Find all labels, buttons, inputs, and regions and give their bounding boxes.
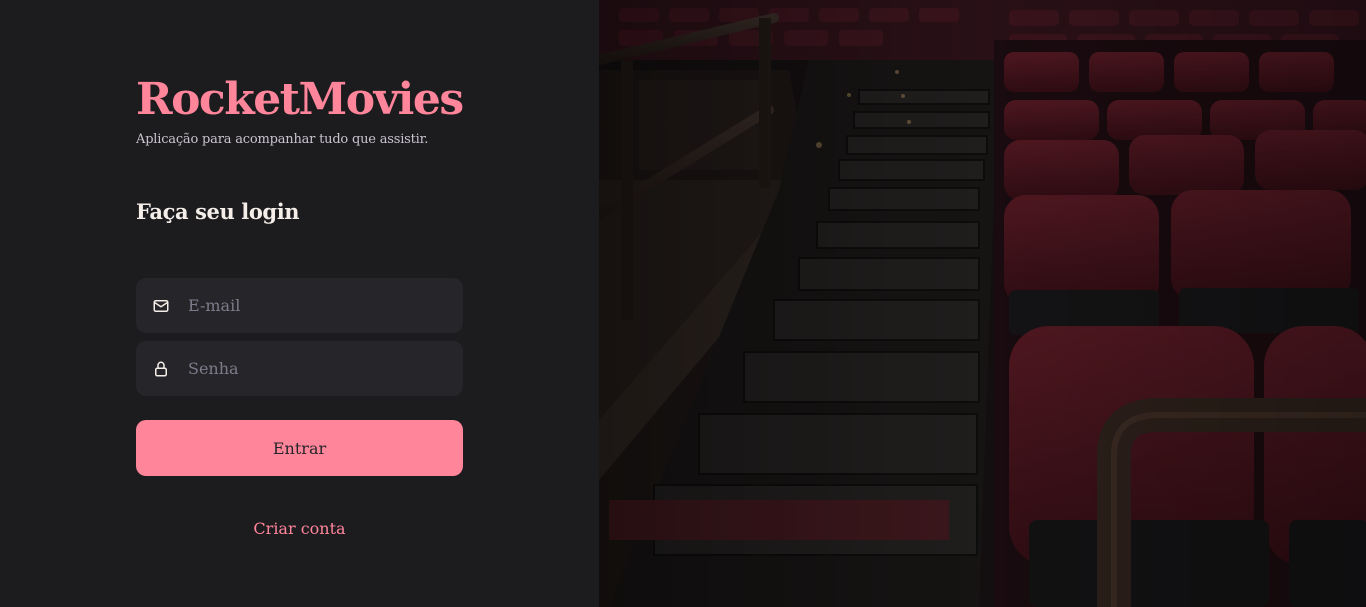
password-input[interactable] [188, 341, 463, 396]
mail-icon [152, 297, 170, 315]
email-field[interactable] [136, 278, 463, 333]
submit-button[interactable]: Entrar [136, 420, 463, 476]
create-account-link[interactable]: Criar conta [136, 519, 463, 538]
app-tagline: Aplicação para acompanhar tudo que assis… [136, 132, 429, 147]
login-page: RocketMovies Aplicação para acompanhar t… [0, 0, 1366, 607]
lock-icon [152, 360, 170, 378]
email-input[interactable] [188, 278, 463, 333]
login-heading: Faça seu login [136, 199, 300, 224]
cinema-seats-illustration [599, 0, 1366, 607]
password-field[interactable] [136, 341, 463, 396]
app-title: RocketMovies [136, 74, 464, 125]
background-image [599, 0, 1366, 607]
login-panel: RocketMovies Aplicação para acompanhar t… [0, 0, 599, 607]
